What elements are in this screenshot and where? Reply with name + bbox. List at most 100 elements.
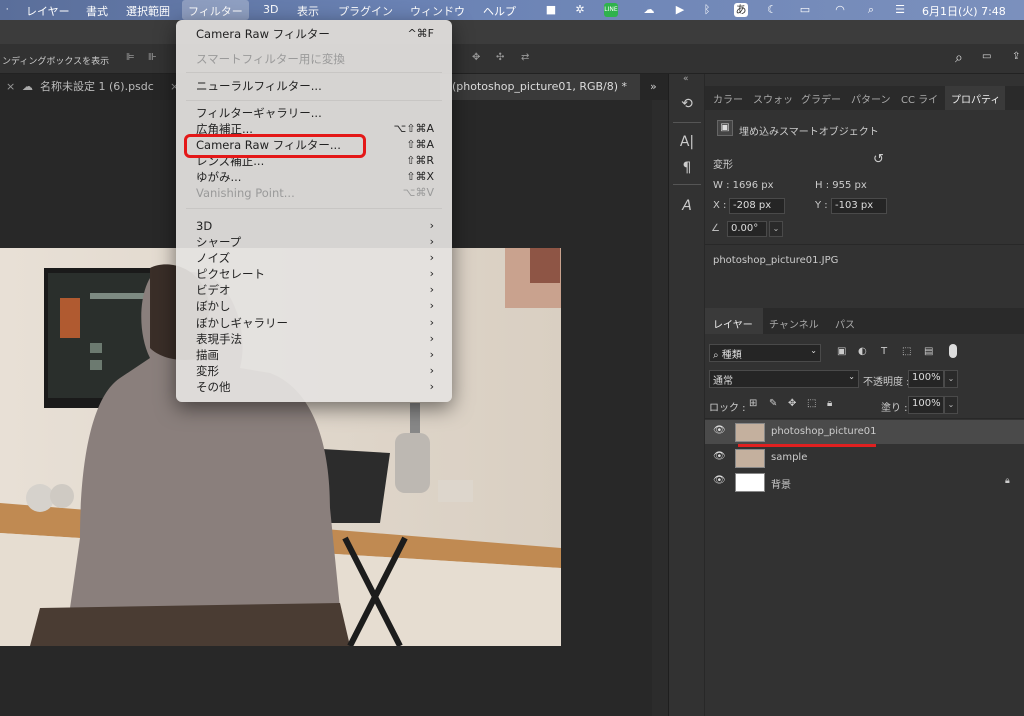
submenu-sharpen[interactable]: シャープ › (196, 234, 434, 250)
cloud-icon[interactable]: ☁ (642, 3, 656, 17)
blend-mode-value: 通常 (713, 376, 733, 387)
layer-row-photoshop-picture01[interactable]: 👁︎ photoshop_picture01 (705, 420, 1024, 444)
submenu-pixelate[interactable]: ピクセレート › (196, 266, 434, 282)
lock-paint-icon[interactable]: ✎ (769, 398, 777, 409)
submenu-noise[interactable]: ノイズ › (196, 250, 434, 266)
align-left-icon[interactable]: ⊫ (126, 52, 135, 63)
submenu-other[interactable]: その他 › (196, 379, 434, 395)
filter-type-icon[interactable]: T (881, 346, 887, 357)
tab-paths[interactable]: パス (835, 316, 855, 331)
layer-filter-kind[interactable]: ⌕ 種類 ⌄ (709, 344, 821, 362)
workspace-icon[interactable]: ▭ (982, 51, 991, 62)
close-icon[interactable]: × (6, 74, 15, 100)
submenu-blur-gallery[interactable]: ぼかしギャラリー › (196, 315, 434, 331)
submenu-blur[interactable]: ぼかし › (196, 298, 434, 314)
opacity-input[interactable]: 100% (908, 370, 944, 388)
menu-filter[interactable]: フィルター (182, 0, 249, 20)
play-icon[interactable]: ▶ (673, 3, 687, 17)
y-position-input[interactable]: -103 px (831, 198, 887, 214)
menu-help[interactable]: ヘルプ (483, 3, 516, 19)
tabs-overflow-icon[interactable]: » (650, 74, 657, 100)
character-icon[interactable]: A| (679, 134, 695, 150)
lock-move-icon[interactable]: ✥ (788, 398, 796, 409)
tab-cc-libraries[interactable]: CC ライ (901, 91, 938, 106)
collapse-icon[interactable]: « (683, 74, 689, 84)
align-center-icon[interactable]: ⊪ (148, 52, 157, 63)
3d-slide-icon[interactable]: ⇄ (521, 52, 529, 63)
line-app-icon[interactable]: LINE (604, 3, 618, 17)
tab-patterns[interactable]: パターン (851, 91, 891, 106)
submenu-3d[interactable]: 3D › (196, 218, 434, 234)
filter-smart-object-icon[interactable]: ▤ (924, 346, 933, 357)
layer-row-sample[interactable]: 👁︎ sample (705, 446, 1024, 470)
filter-pixel-icon[interactable]: ▣ (837, 346, 846, 357)
share-icon[interactable]: ⇪ (1012, 51, 1020, 62)
visibility-eye-icon[interactable]: 👁︎ (713, 451, 726, 463)
layer-name[interactable]: 背景 (771, 476, 791, 491)
opacity-dropdown-icon[interactable]: ⌄ (944, 370, 958, 388)
filter-shape-icon[interactable]: ⬚ (902, 346, 911, 357)
lock-all-icon[interactable]: 🔒︎ (827, 398, 832, 409)
menu-window[interactable]: ウィンドウ (410, 3, 465, 19)
tab-active-doc[interactable]: (photoshop_picture01, RGB/8) * (452, 74, 627, 100)
menu-item-liquify[interactable]: ゆがみ... ⇧⌘X (196, 169, 434, 185)
moon-icon[interactable]: ☾ (765, 3, 779, 17)
menu-layer[interactable]: レイヤー (26, 3, 70, 19)
search-icon[interactable]: ⌕ (864, 3, 878, 17)
tab-layers[interactable]: レイヤー (713, 316, 753, 331)
layer-name[interactable]: sample (771, 452, 807, 463)
menu-separator (186, 100, 442, 101)
menu-item-filter-gallery[interactable]: フィルターギャラリー... (196, 105, 434, 121)
filter-toggle-icon[interactable] (949, 344, 957, 358)
canvas-scrollbar[interactable] (652, 100, 668, 716)
history-icon[interactable]: ⟲ (679, 96, 695, 112)
tab-channels[interactable]: チャンネル (769, 316, 819, 331)
apple-icon[interactable]: ᐧ (0, 3, 14, 17)
settings-icon[interactable]: ✲ (573, 3, 587, 17)
tab-properties[interactable]: プロパティ (951, 91, 1000, 106)
menu-3d[interactable]: 3D (263, 3, 278, 16)
submenu-render[interactable]: 描画 › (196, 347, 434, 363)
x-position-input[interactable]: -208 px (729, 198, 785, 214)
menu-type[interactable]: 書式 (86, 3, 108, 19)
chevron-down-icon: ⌄ (848, 372, 855, 381)
tab-gradients[interactable]: グラデー (801, 91, 841, 106)
submenu-video[interactable]: ビデオ › (196, 282, 434, 298)
angle-input[interactable]: 0.00° (727, 221, 767, 237)
tab-color[interactable]: カラー (713, 91, 743, 106)
input-method-icon[interactable]: あ (734, 3, 748, 17)
angle-dropdown-icon[interactable]: ⌄ (769, 221, 783, 237)
blend-mode-select[interactable]: 通常 ⌄ (709, 370, 859, 388)
battery-icon[interactable]: ▭ (794, 3, 816, 17)
visibility-eye-icon[interactable]: 👁︎ (713, 475, 726, 487)
lock-transparent-icon[interactable]: ⊞ (749, 398, 757, 409)
control-center-icon[interactable]: ☰ (893, 3, 907, 17)
submenu-stylize[interactable]: 表現手法 › (196, 331, 434, 347)
fill-input[interactable]: 100% (908, 396, 944, 414)
visibility-eye-icon[interactable]: 👁︎ (713, 425, 726, 437)
clock[interactable]: 6月1日(火) 7:48 (922, 3, 1006, 19)
layer-name[interactable]: photoshop_picture01 (771, 426, 877, 437)
submenu-distort[interactable]: 変形 › (196, 363, 434, 379)
reset-transform-icon[interactable]: ↺ (873, 152, 884, 167)
3d-pan-icon[interactable]: ✣ (496, 52, 504, 63)
filter-adjustment-icon[interactable]: ◐ (858, 346, 867, 357)
menu-select[interactable]: 選択範囲 (126, 3, 170, 19)
menu-view[interactable]: 表示 (297, 3, 319, 19)
paragraph-icon[interactable]: ¶ (679, 160, 695, 176)
video-icon[interactable]: ■ (544, 3, 558, 17)
tab-swatches[interactable]: スウォッ (753, 91, 793, 106)
lock-artboard-icon[interactable]: ⬚ (807, 398, 816, 409)
tab-untitled[interactable]: 名称未設定 1 (6).psdc (40, 74, 154, 100)
3d-orbit-icon[interactable]: ✥ (472, 52, 480, 63)
bluetooth-icon[interactable]: ᛒ (700, 3, 714, 17)
search-icon[interactable]: ⌕ (955, 50, 963, 66)
glyphs-icon[interactable]: A (679, 198, 695, 214)
fill-dropdown-icon[interactable]: ⌄ (944, 396, 958, 414)
show-bounding-box-label[interactable]: ンディングボックスを表示 (2, 54, 109, 67)
menu-item-last-filter[interactable]: Camera Raw フィルター ^⌘F (196, 26, 434, 42)
layer-row-background[interactable]: 👁︎ 背景 🔒︎ (705, 470, 1024, 494)
wifi-icon[interactable]: ◠ (833, 3, 847, 17)
menu-item-neural-filters[interactable]: ニューラルフィルター... (196, 78, 434, 94)
menu-plugins[interactable]: プラグイン (338, 3, 393, 19)
